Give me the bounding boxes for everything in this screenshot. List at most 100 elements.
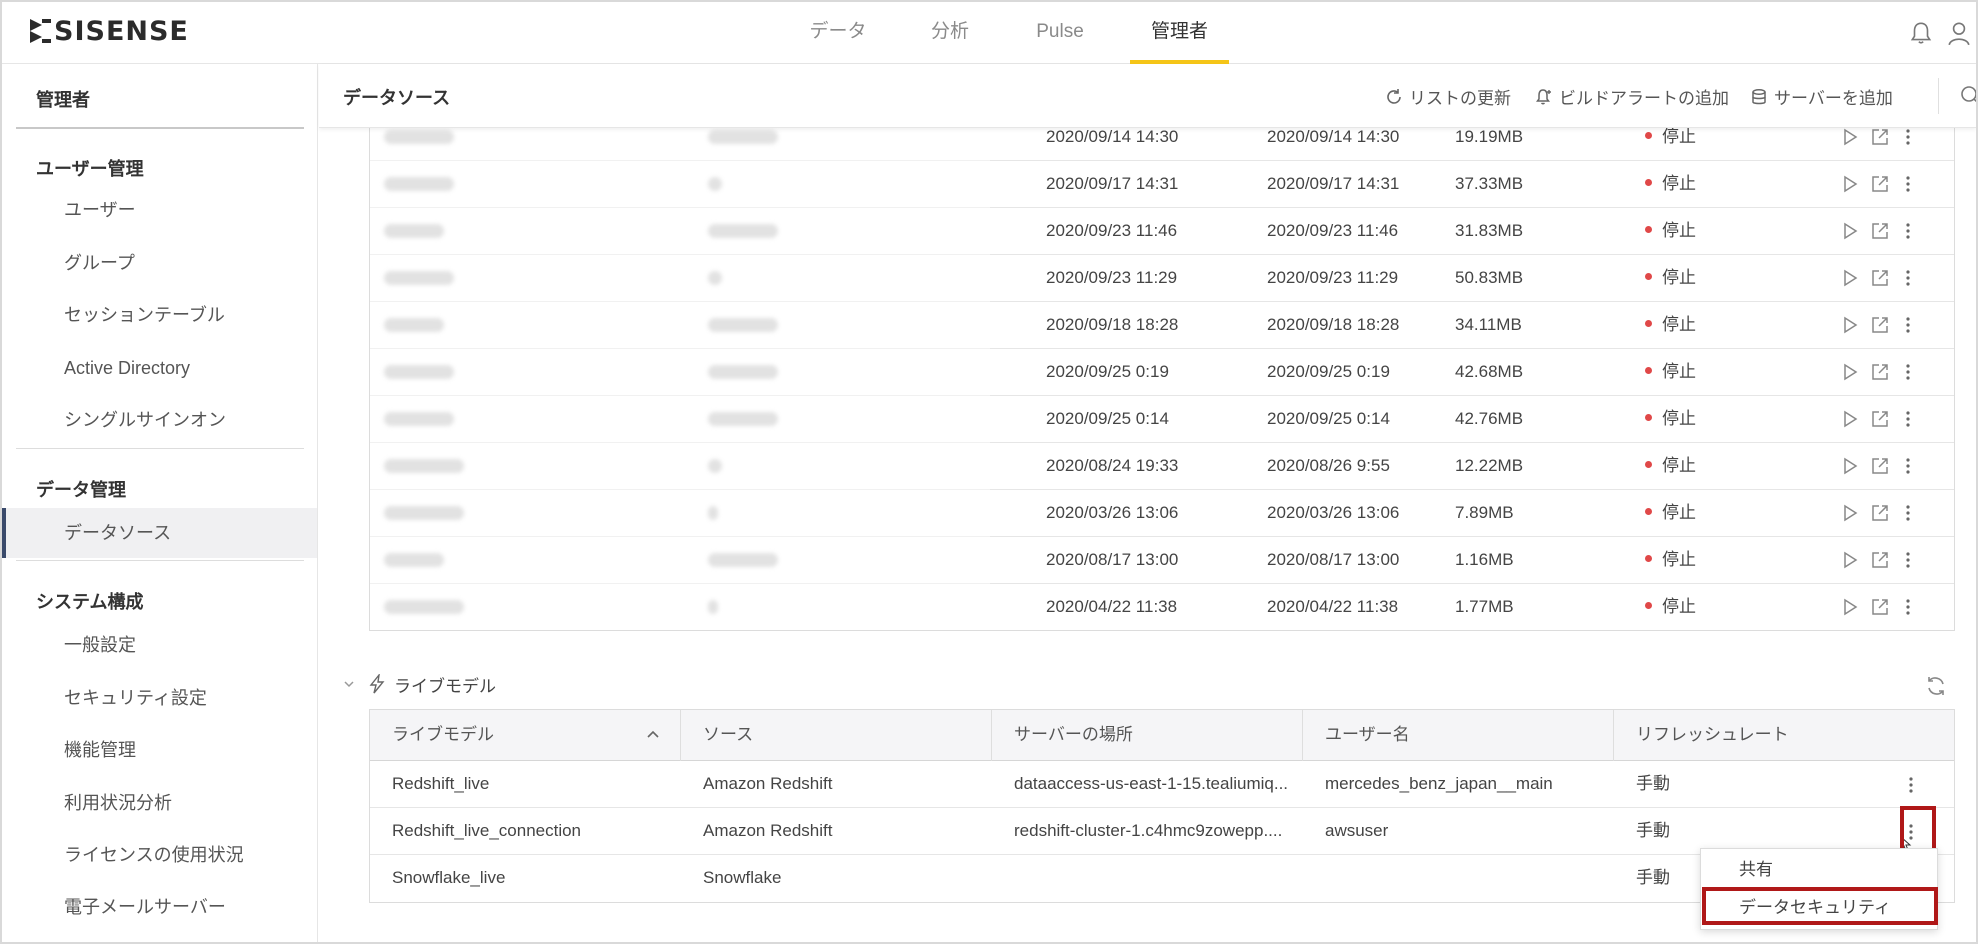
header-divider bbox=[1938, 78, 1939, 114]
status-dot-icon bbox=[1645, 273, 1652, 281]
sidebar-item-session-table[interactable]: セッションテーブル bbox=[2, 293, 317, 337]
live-model-row[interactable]: Redshift_live Amazon Redshift dataaccess… bbox=[370, 761, 1954, 808]
live-model-user: mercedes_benz_japan__main bbox=[1325, 774, 1553, 793]
elasticube-row[interactable]: 2020/09/23 11:46 2020/09/23 11:46 31.83MB 停… bbox=[370, 208, 1954, 255]
nav-tab-admin[interactable]: 管理者 bbox=[1130, 2, 1229, 64]
more-options-icon[interactable] bbox=[1898, 503, 1918, 523]
bell-icon[interactable] bbox=[1908, 20, 1934, 46]
elasticube-row[interactable]: 2020/09/23 11:29 2020/09/23 11:29 50.83MB 停… bbox=[370, 255, 1954, 302]
sidebar-divider bbox=[16, 127, 304, 129]
elasticube-row[interactable]: 2020/08/17 13:00 2020/08/17 13:00 1.16MB 停止 bbox=[370, 537, 1954, 584]
play-build-icon[interactable] bbox=[1840, 550, 1860, 570]
last-build-time: 2020/09/23 11:46 bbox=[1046, 221, 1178, 240]
more-options-icon[interactable] bbox=[1898, 456, 1918, 476]
menu-item-share[interactable]: 共有 bbox=[1701, 851, 1937, 889]
nav-tab-pulse[interactable]: Pulse bbox=[1014, 2, 1106, 64]
elasticube-row[interactable]: 2020/09/17 14:31 2020/09/17 14:31 37.33MB 停… bbox=[370, 161, 1954, 208]
more-options-icon[interactable] bbox=[1906, 775, 1916, 795]
sidebar-item-usage-analytics[interactable]: 利用状況分析 bbox=[2, 781, 317, 825]
open-external-icon[interactable] bbox=[1870, 409, 1890, 429]
elasticube-row[interactable]: 2020/04/22 11:38 2020/04/22 11:38 1.77MB 停止 bbox=[370, 584, 1954, 631]
open-external-icon[interactable] bbox=[1870, 550, 1890, 570]
more-options-icon[interactable] bbox=[1898, 597, 1918, 617]
sidebar-item-email-server[interactable]: 電子メールサーバー bbox=[2, 885, 317, 929]
last-success-time: 2020/03/26 13:06 bbox=[1267, 503, 1400, 522]
sidebar-item-active-directory[interactable]: Active Directory bbox=[2, 346, 317, 390]
sidebar-item-groups[interactable]: グループ bbox=[2, 241, 317, 285]
open-external-icon[interactable] bbox=[1870, 268, 1890, 288]
more-options-icon[interactable] bbox=[1898, 174, 1918, 194]
elasticube-row[interactable]: 2020/09/18 18:28 2020/09/18 18:28 34.11MB 停… bbox=[370, 302, 1954, 349]
column-header-username[interactable]: ユーザー名 bbox=[1303, 710, 1614, 761]
play-build-icon[interactable] bbox=[1840, 362, 1860, 382]
play-build-icon[interactable] bbox=[1840, 597, 1860, 617]
column-header-server-location[interactable]: サーバーの場所 bbox=[992, 710, 1303, 761]
redacted-cube-name bbox=[384, 553, 444, 567]
elasticube-row[interactable]: 2020/08/24 19:33 2020/08/26 9:55 12.22MB 停止 bbox=[370, 443, 1954, 490]
status-label: 停止 bbox=[1662, 456, 1696, 475]
play-build-icon[interactable] bbox=[1840, 268, 1860, 288]
live-models-refresh-icon[interactable] bbox=[1924, 674, 1948, 698]
status-dot-icon bbox=[1645, 132, 1652, 140]
refresh-list-button[interactable]: リストの更新 bbox=[1385, 84, 1511, 109]
sidebar-item-license-usage[interactable]: ライセンスの使用状況 bbox=[2, 833, 317, 877]
open-external-icon[interactable] bbox=[1870, 315, 1890, 335]
column-header-refresh-rate[interactable]: リフレッシュレート bbox=[1614, 710, 1954, 761]
play-build-icon[interactable] bbox=[1840, 503, 1860, 523]
elasticube-row[interactable]: 2020/09/25 0:19 2020/09/25 0:19 42.68MB 停止 bbox=[370, 349, 1954, 396]
chevron-down-icon[interactable] bbox=[342, 677, 356, 691]
add-build-alert-button[interactable]: ビルドアラートの追加 bbox=[1535, 84, 1729, 109]
open-external-icon[interactable] bbox=[1870, 127, 1890, 147]
add-server-button[interactable]: サーバーを追加 bbox=[1750, 84, 1893, 109]
sidebar-item-general-settings[interactable]: 一般設定 bbox=[2, 623, 317, 667]
open-external-icon[interactable] bbox=[1870, 456, 1890, 476]
more-options-icon[interactable] bbox=[1898, 550, 1918, 570]
open-external-icon[interactable] bbox=[1870, 597, 1890, 617]
more-options-icon[interactable] bbox=[1898, 409, 1918, 429]
play-build-icon[interactable] bbox=[1840, 127, 1860, 147]
last-build-time: 2020/09/25 0:14 bbox=[1046, 409, 1169, 428]
play-build-icon[interactable] bbox=[1840, 174, 1860, 194]
open-external-icon[interactable] bbox=[1870, 221, 1890, 241]
elasticube-row[interactable]: 2020/03/26 13:06 2020/03/26 13:06 7.89MB 停止 bbox=[370, 490, 1954, 537]
nav-tab-data[interactable]: データ bbox=[790, 2, 886, 64]
redacted-cube-name bbox=[384, 130, 454, 144]
sidebar-item-sso[interactable]: シングルサインオン bbox=[2, 398, 317, 442]
sidebar-item-feature-management[interactable]: 機能管理 bbox=[2, 728, 317, 772]
sidebar-item-data-sources[interactable]: データソース bbox=[2, 508, 317, 558]
more-options-icon[interactable] bbox=[1898, 221, 1918, 241]
more-options-icon[interactable] bbox=[1898, 268, 1918, 288]
sort-ascending-icon[interactable] bbox=[646, 728, 660, 740]
status-badge: 停止 bbox=[1645, 161, 1696, 208]
play-build-icon[interactable] bbox=[1840, 409, 1860, 429]
lightning-icon bbox=[369, 674, 385, 694]
open-external-icon[interactable] bbox=[1870, 362, 1890, 382]
status-label: 停止 bbox=[1662, 550, 1696, 569]
column-header-source[interactable]: ソース bbox=[681, 710, 992, 761]
elasticube-row[interactable]: 2020/09/25 0:14 2020/09/25 0:14 42.76MB 停止 bbox=[370, 396, 1954, 443]
play-build-icon[interactable] bbox=[1840, 221, 1860, 241]
sidebar-divider bbox=[16, 448, 304, 449]
cube-size: 50.83MB bbox=[1455, 268, 1524, 287]
sidebar-item-security-settings[interactable]: セキュリティ設定 bbox=[2, 676, 317, 720]
user-icon[interactable] bbox=[1946, 20, 1972, 46]
live-models-table-header: ライブモデル ソース サーバーの場所 ユーザー名 リフレッシュレート bbox=[370, 710, 1954, 761]
search-icon[interactable] bbox=[1959, 84, 1978, 106]
play-build-icon[interactable] bbox=[1840, 315, 1860, 335]
page-title: データソース bbox=[343, 88, 451, 108]
live-models-section-header[interactable]: ライブモデル bbox=[342, 670, 496, 698]
sidebar-item-users[interactable]: ユーザー bbox=[2, 188, 317, 232]
more-options-icon[interactable] bbox=[1898, 362, 1918, 382]
redacted-server bbox=[708, 553, 778, 567]
open-external-icon[interactable] bbox=[1870, 503, 1890, 523]
nav-tab-analytics[interactable]: 分析 bbox=[902, 2, 998, 64]
more-options-icon[interactable] bbox=[1898, 315, 1918, 335]
sidebar-group-system-config: システム構成 bbox=[36, 592, 144, 612]
play-build-icon[interactable] bbox=[1840, 456, 1860, 476]
redacted-cube-name bbox=[384, 271, 454, 285]
status-badge: 停止 bbox=[1645, 255, 1696, 302]
live-model-name: Snowflake_live bbox=[392, 868, 506, 887]
column-header-live-model[interactable]: ライブモデル bbox=[370, 710, 681, 761]
open-external-icon[interactable] bbox=[1870, 174, 1890, 194]
more-options-icon[interactable] bbox=[1898, 127, 1918, 147]
